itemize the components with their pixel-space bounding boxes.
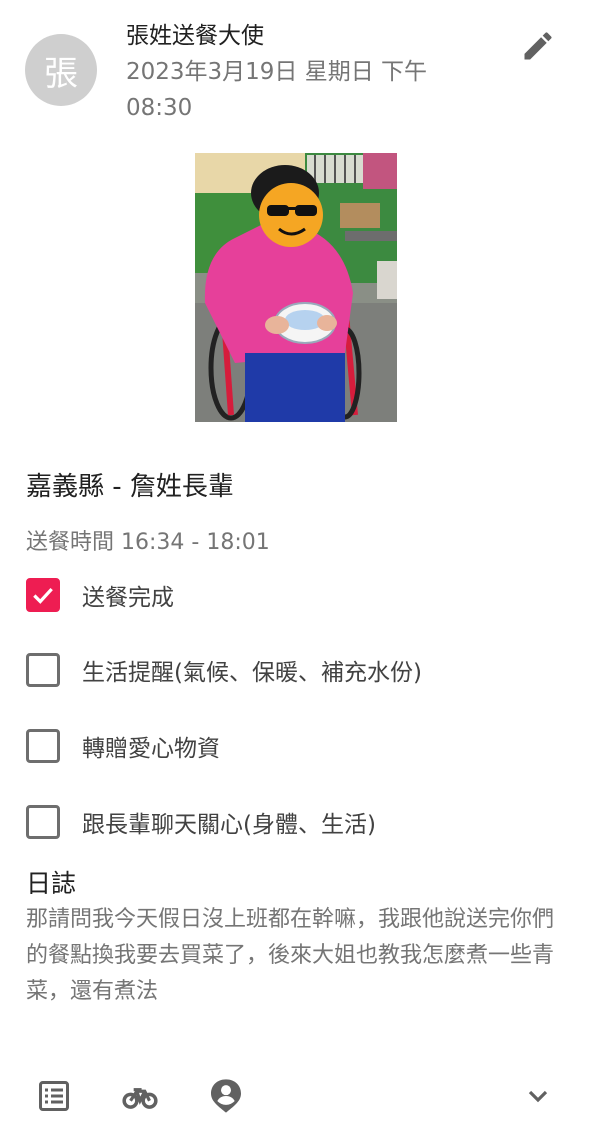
checklist-item-life-reminder[interactable]: 生活提醒(氣候、保暖、補充水份) <box>26 650 422 690</box>
pencil-icon <box>524 32 552 60</box>
log-text: 那請問我今天假日沒上班都在幹嘛，我跟他說送完你們的餐點換我要去買菜了，後來大姐也… <box>26 907 555 1004</box>
list-button[interactable] <box>32 1074 76 1118</box>
bicycle-icon <box>122 1088 158 1109</box>
elder-name: 嘉義縣 - 詹姓長輩 <box>26 472 234 502</box>
person-pin-icon <box>211 1079 241 1113</box>
delivery-time: 送餐時間 16:34 - 18:01 <box>26 530 270 555</box>
list-icon <box>39 1081 69 1111</box>
checklist-label: 跟長輩聊天關心(身體、生活) <box>82 812 376 838</box>
checklist-label: 轉贈愛心物資 <box>82 736 220 762</box>
author-name: 張姓送餐大使 <box>126 23 264 49</box>
post-timestamp: 2023年3月19日 星期日 下午 08:30 <box>126 59 428 121</box>
person-button[interactable] <box>204 1074 248 1118</box>
ride-button[interactable] <box>118 1074 162 1118</box>
log-title: 日誌 <box>26 869 77 898</box>
expand-button[interactable] <box>516 1074 560 1118</box>
checkbox-unchecked[interactable] <box>26 653 60 687</box>
bottom-action-bar <box>0 1070 592 1124</box>
checklist-item-delivery-complete[interactable]: 送餐完成 <box>26 575 174 615</box>
post-header: 張 張姓送餐大使 2023年3月19日 星期日 下午 08:30 <box>0 0 592 140</box>
chevron-down-icon <box>528 1090 548 1103</box>
checkbox-unchecked[interactable] <box>26 805 60 839</box>
checklist-item-donation[interactable]: 轉贈愛心物資 <box>26 726 220 766</box>
checklist-item-chat-care[interactable]: 跟長輩聊天關心(身體、生活) <box>26 802 376 842</box>
checkbox-unchecked[interactable] <box>26 729 60 763</box>
photo-illustration <box>195 153 397 422</box>
edit-button[interactable] <box>516 24 560 68</box>
checkmark-icon <box>33 587 53 604</box>
checklist-label: 送餐完成 <box>82 585 174 611</box>
delivery-photo[interactable] <box>195 153 397 422</box>
checkbox-checked[interactable] <box>26 578 60 612</box>
checklist-label: 生活提醒(氣候、保暖、補充水份) <box>82 660 422 686</box>
avatar[interactable]: 張 <box>25 34 97 106</box>
